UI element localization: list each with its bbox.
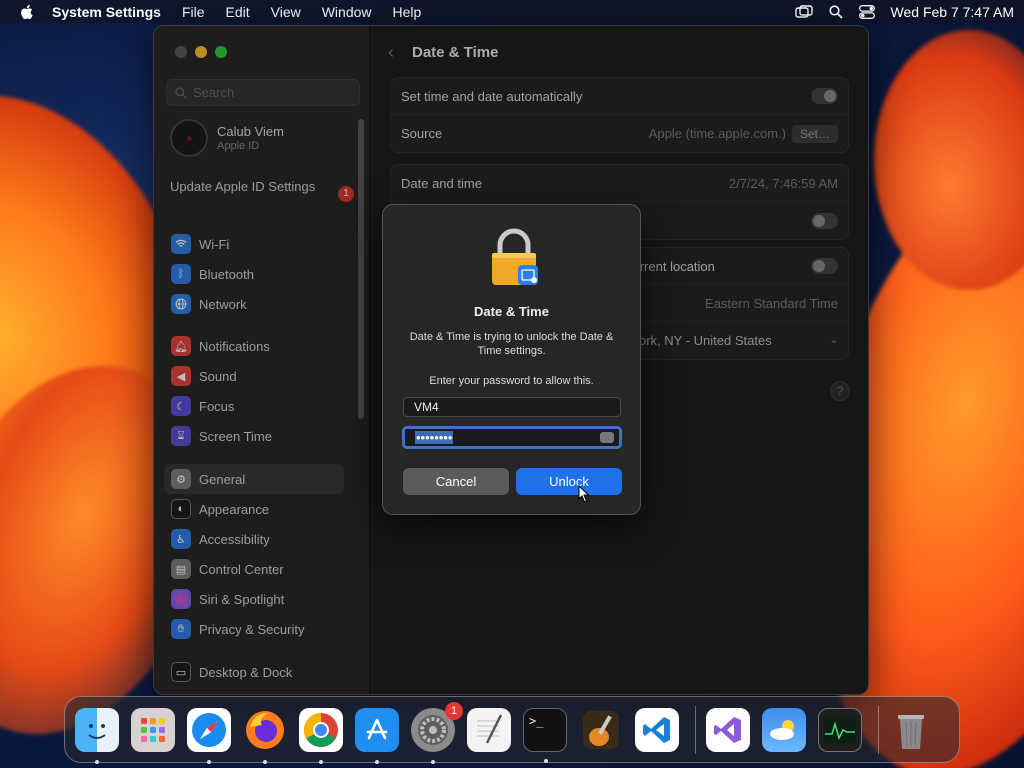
cancel-button[interactable]: Cancel (403, 468, 509, 495)
dock-activity-monitor-icon[interactable] (818, 707, 862, 752)
dock-app-store-icon[interactable] (355, 707, 399, 764)
dock-terminal-icon[interactable]: >_ (523, 707, 567, 763)
spotlight-search-icon[interactable] (828, 4, 843, 19)
screen-mirroring-icon[interactable] (794, 4, 813, 19)
dialog-prompt: Enter your password to allow this. (429, 375, 594, 387)
control-center-icon[interactable] (858, 4, 875, 19)
dock-safari-icon[interactable] (187, 707, 231, 764)
dock-garageband-icon[interactable] (579, 708, 623, 752)
dock-trash-icon[interactable] (889, 708, 933, 752)
dock-weather-icon[interactable] (762, 707, 806, 752)
menu-app-name[interactable]: System Settings (52, 4, 161, 20)
dock-launchpad-icon[interactable] (131, 707, 175, 752)
keyboard-icon (600, 432, 614, 443)
menu-file[interactable]: File (182, 4, 205, 20)
dock-firefox-icon[interactable] (243, 708, 287, 764)
dock-system-settings-icon[interactable]: 1 (411, 701, 463, 764)
unlock-dialog: Date & Time Date & Time is trying to unl… (382, 204, 641, 515)
dock-separator (878, 705, 879, 754)
apple-menu-icon[interactable] (18, 4, 34, 20)
dock-chrome-icon[interactable] (299, 707, 343, 764)
dock-vscode-icon[interactable] (635, 707, 679, 752)
dialog-title: Date & Time (474, 304, 549, 319)
mouse-cursor-icon (578, 485, 590, 503)
dialog-message: Date & Time is trying to unlock the Date… (409, 331, 614, 357)
lock-icon (492, 228, 538, 285)
unlock-button[interactable]: Unlock (516, 468, 622, 495)
dock-finder-icon[interactable] (75, 707, 119, 764)
dock-separator (695, 705, 696, 754)
menu-clock[interactable]: Wed Feb 7 7:47 AM (891, 4, 1014, 20)
system-settings-badge: 1 (445, 701, 463, 720)
username-field[interactable]: VM4 (403, 397, 621, 417)
dock: 1 >_ (64, 696, 960, 764)
menu-bar: System Settings File Edit View Window He… (0, 0, 1024, 23)
menu-edit[interactable]: Edit (226, 4, 250, 20)
password-mask: •••••••• (415, 430, 454, 445)
password-field[interactable]: •••••••• (402, 426, 622, 449)
dock-visual-studio-icon[interactable] (706, 707, 750, 752)
menu-window[interactable]: Window (322, 4, 372, 20)
dock-textedit-icon[interactable] (467, 707, 511, 752)
menu-view[interactable]: View (271, 4, 301, 20)
menu-help[interactable]: Help (393, 4, 422, 20)
